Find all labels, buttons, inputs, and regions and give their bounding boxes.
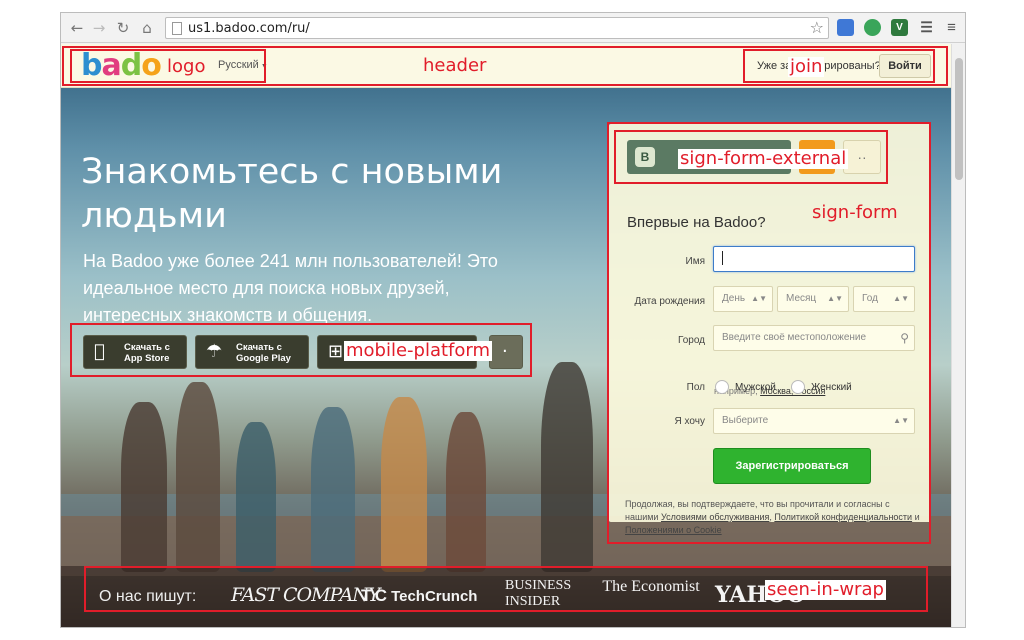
annotation-seen-in-wrap-label: seen-in-wrap [765,579,886,600]
translate-extension-icon[interactable] [837,19,854,36]
scrollbar-thumb[interactable] [955,58,963,180]
browser-toolbar: ← → ↻ ⌂ us1.badoo.com/ru/ ☆ V ☰ ≡ [61,13,965,43]
person-silhouette [311,407,355,572]
url-text: us1.badoo.com/ru/ [188,21,310,36]
person-silhouette [121,402,167,572]
annotation-logo-label: logo [167,56,206,77]
v-extension-icon[interactable]: V [891,19,908,36]
annotation-sign-form-label: sign-form [812,202,898,223]
annotation-join-box [743,49,935,83]
grammarly-extension-icon[interactable] [864,19,881,36]
person-silhouette [176,382,220,572]
annotation-join-label: join [788,56,825,77]
home-icon[interactable]: ⌂ [137,18,157,38]
person-silhouette [446,412,486,572]
page-icon [172,22,182,35]
annotation-mobile-platform-label: mobile-platform [344,340,493,361]
back-icon[interactable]: ← [67,18,87,38]
chrome-menu-icon[interactable]: ≡ [943,19,960,36]
hero-subline: На Badoo уже более 241 млн пользователей… [83,251,498,325]
annotation-header-label: header [423,55,487,76]
annotation-sign-form-box [607,122,931,544]
page-scrollbar[interactable] [951,44,965,627]
reader-extension-icon[interactable]: ☰ [918,19,935,36]
forward-icon[interactable]: → [89,18,109,38]
address-bar[interactable]: us1.badoo.com/ru/ ☆ [165,17,829,39]
reload-icon[interactable]: ↻ [113,18,133,38]
person-silhouette [541,362,593,572]
bookmark-star-icon[interactable]: ☆ [810,18,824,37]
person-silhouette [236,422,276,572]
hero-headline: Знакомьтесь с новыми людьми [81,152,503,236]
person-silhouette [381,397,427,572]
